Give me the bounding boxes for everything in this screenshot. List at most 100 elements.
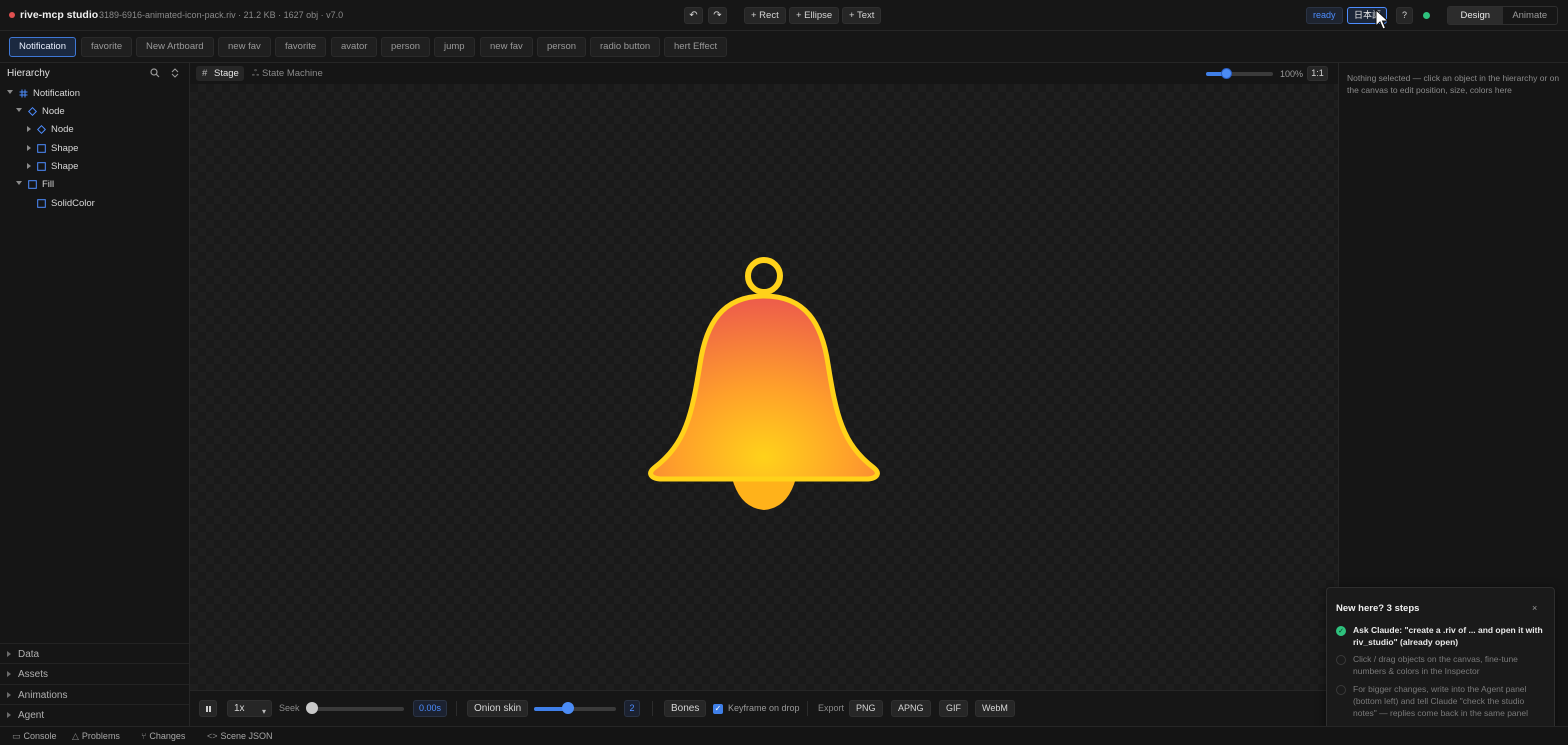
onion-skin-slider[interactable] — [534, 702, 616, 714]
step-text: Click / drag objects on the canvas, fine… — [1353, 654, 1518, 676]
tab-stage[interactable]: # Stage — [196, 66, 244, 81]
step-text: Ask Claude: "create a .riv of ... and op… — [1353, 625, 1543, 647]
changes-tab[interactable]: ⑂ Changes — [141, 731, 185, 741]
mouse-pointer-icon — [1375, 9, 1389, 30]
status-bar: ▭ Console △ Problems ⑂ Changes <> Scene JSON — [0, 726, 1568, 745]
artboard-tab-favorite[interactable]: favorite — [81, 37, 133, 57]
add-ellipse-button[interactable]: + Ellipse — [789, 7, 840, 24]
caret-right-icon — [7, 712, 11, 718]
section-data[interactable]: Data — [0, 643, 189, 663]
export-apng-button[interactable]: APNG — [891, 700, 931, 717]
changes-label: Changes — [149, 731, 186, 741]
artboard-icon — [19, 89, 28, 98]
artboard-tab-new-artboard[interactable]: New Artboard — [136, 37, 214, 57]
search-icon[interactable] — [150, 68, 160, 78]
branch-icon: ⑂ — [141, 731, 147, 741]
zoom-reset-button[interactable]: 1:1 — [1307, 66, 1328, 81]
export-webm-button[interactable]: WebM — [975, 700, 1015, 717]
tab-state-machine[interactable]: ஃ State Machine — [250, 66, 323, 81]
zoom-slider[interactable] — [1206, 68, 1273, 79]
connection-status-icon — [1423, 12, 1430, 19]
tree-label: SolidColor — [51, 198, 95, 209]
keyframe-on-drop-checkbox[interactable]: ✓ — [713, 704, 723, 714]
tree-row-shape-2[interactable]: Shape — [0, 158, 189, 176]
caret-down-icon[interactable] — [16, 108, 22, 112]
chevron-down-icon: ▾ — [261, 707, 266, 716]
pause-button[interactable] — [199, 700, 217, 717]
onion-skin-slider-handle[interactable] — [562, 702, 574, 714]
scene-json-label: Scene JSON — [220, 731, 273, 741]
tree-row-fill[interactable]: Fill — [0, 176, 189, 194]
caret-right-icon[interactable] — [27, 145, 31, 151]
solidcolor-square-icon — [37, 199, 46, 208]
tab-state-machine-label: State Machine — [262, 68, 323, 79]
add-rect-button[interactable]: + Rect — [744, 7, 786, 24]
caret-down-icon[interactable] — [7, 90, 13, 94]
console-label: Console — [23, 731, 57, 741]
expand-collapse-icon[interactable] — [170, 68, 180, 78]
section-assets[interactable]: Assets — [0, 663, 189, 683]
status-badge: ready — [1306, 7, 1343, 24]
state-machine-icon: ஃ — [252, 68, 260, 78]
artboard-tab-avator[interactable]: avator — [331, 37, 378, 57]
tree-row-shape[interactable]: Shape — [0, 140, 189, 158]
section-label: Assets — [18, 669, 49, 680]
divider — [807, 701, 808, 716]
onion-skin-button[interactable]: Onion skin — [467, 700, 529, 717]
seek-slider[interactable] — [306, 702, 404, 714]
tab-stage-label: Stage — [214, 68, 239, 79]
caret-right-icon[interactable] — [27, 163, 31, 169]
animate-mode-tab[interactable]: Animate — [1503, 7, 1558, 24]
zoom-value: 100% — [1280, 69, 1304, 79]
zoom-slider-handle[interactable] — [1221, 68, 1232, 79]
undo-button[interactable]: ↶ — [684, 7, 703, 24]
onion-skin-value: 2 — [624, 700, 640, 717]
tree-row-notification[interactable]: Notification — [0, 85, 189, 103]
console-tab[interactable]: ▭ Console — [12, 731, 57, 742]
caret-right-icon — [7, 651, 11, 657]
add-text-button[interactable]: + Text — [842, 7, 882, 24]
export-gif-button[interactable]: GIF — [939, 700, 968, 717]
hierarchy-header: Hierarchy — [0, 63, 190, 83]
canvas[interactable] — [190, 84, 1338, 690]
speed-select[interactable]: 1x ▾ — [227, 700, 272, 717]
bell-icon[interactable] — [646, 254, 882, 512]
section-label: Animations — [18, 690, 68, 701]
close-icon[interactable]: × — [1532, 603, 1537, 613]
step-text: For bigger changes, write into the Agent… — [1353, 684, 1528, 718]
tree-row-solidcolor[interactable]: SolidColor — [0, 195, 189, 213]
section-animations[interactable]: Animations — [0, 684, 189, 704]
artboard-tab-favorite-2[interactable]: favorite — [275, 37, 327, 57]
redo-button[interactable]: ↷ — [708, 7, 727, 24]
tree-row-node[interactable]: Node — [0, 103, 189, 121]
scene-json-tab[interactable]: <> Scene JSON — [207, 731, 273, 741]
code-icon: <> — [207, 731, 218, 741]
tree-row-node-child[interactable]: Node — [0, 121, 189, 139]
console-icon: ▭ — [12, 731, 21, 741]
file-info: 3189-6916-animated-icon-pack.riv · 21.2 … — [99, 10, 344, 20]
onboarding-title: New here? 3 steps — [1336, 603, 1420, 614]
bones-button[interactable]: Bones — [664, 700, 707, 717]
grid-hash-icon: # — [202, 68, 208, 79]
export-png-button[interactable]: PNG — [849, 700, 883, 717]
artboard-tab-notification[interactable]: Notification — [9, 37, 76, 57]
artboard-tab-jump[interactable]: jump — [434, 37, 475, 57]
artboard-tab-hert-effect[interactable]: hert Effect — [664, 37, 728, 57]
design-mode-tab[interactable]: Design — [1448, 7, 1503, 24]
artboard-tab-radio-button[interactable]: radio button — [590, 37, 661, 57]
problems-tab[interactable]: △ Problems — [72, 731, 120, 742]
section-agent[interactable]: Agent — [0, 704, 189, 724]
problems-label: Problems — [81, 731, 120, 741]
keyframe-on-drop-label: Keyframe on drop — [728, 703, 800, 713]
onboarding-popup: New here? 3 steps × ✓ Ask Claude: "creat… — [1326, 587, 1555, 731]
help-button[interactable]: ? — [1396, 7, 1413, 24]
divider — [652, 701, 653, 716]
caret-right-icon[interactable] — [27, 126, 31, 132]
artboard-tab-new-fav-2[interactable]: new fav — [480, 37, 533, 57]
seek-slider-handle[interactable] — [306, 702, 318, 714]
artboard-tab-person[interactable]: person — [381, 37, 431, 57]
hierarchy-panel: Hierarchy Notification Node Node Shape S… — [0, 63, 190, 726]
artboard-tab-new-fav[interactable]: new fav — [218, 37, 271, 57]
caret-down-icon[interactable] — [16, 181, 22, 185]
artboard-tab-person-2[interactable]: person — [537, 37, 587, 57]
